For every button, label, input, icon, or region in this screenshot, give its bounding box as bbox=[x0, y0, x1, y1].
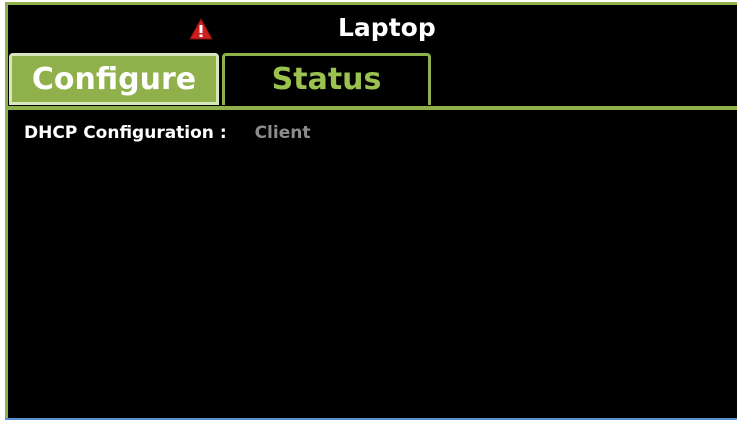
tab-status[interactable]: Status bbox=[222, 53, 431, 105]
tab-configure[interactable]: Configure bbox=[9, 53, 219, 105]
title-bar: Laptop bbox=[8, 5, 737, 51]
dhcp-configuration-row: DHCP Configuration : Client bbox=[24, 122, 310, 144]
warning-icon[interactable] bbox=[189, 18, 213, 40]
device-title: Laptop bbox=[338, 13, 436, 42]
dhcp-configuration-label: DHCP Configuration : bbox=[24, 123, 227, 143]
window-bottom-edge bbox=[5, 418, 737, 420]
device-window: Laptop Configure Status DHCP Configurati… bbox=[5, 2, 737, 418]
tab-divider bbox=[8, 106, 737, 110]
dhcp-configuration-value: Client bbox=[254, 123, 311, 143]
